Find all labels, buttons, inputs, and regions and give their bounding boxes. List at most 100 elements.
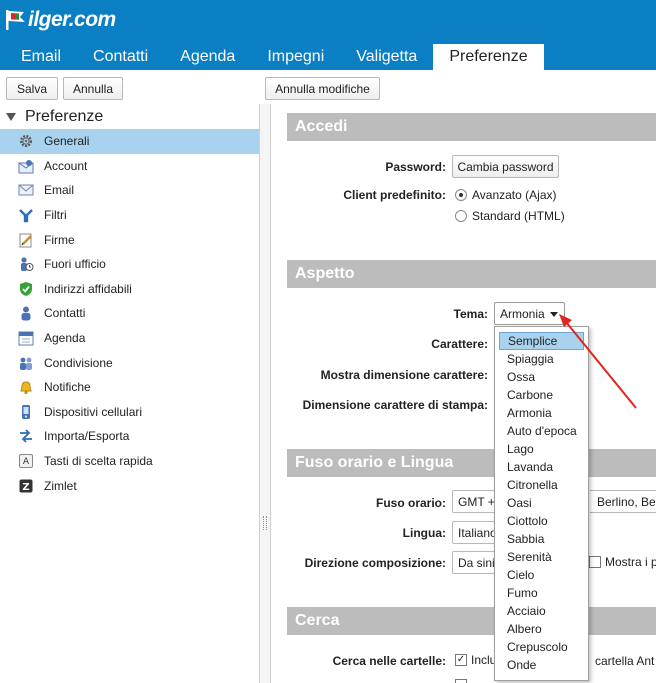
sidebar-item-zimlet[interactable]: Z Zimlet xyxy=(0,473,259,498)
svg-text:Z: Z xyxy=(22,482,29,493)
sidebar-item-condivisione[interactable]: Condivisione xyxy=(0,350,259,375)
tema-option-crepuscolo[interactable]: Crepuscolo xyxy=(495,638,588,656)
tema-label: Tema: xyxy=(453,307,488,321)
main-tabs: Email Contatti Agenda Impegni Valigetta … xyxy=(0,44,544,70)
section-fuso-orario-lingua: Fuso orario e Lingua xyxy=(287,449,656,477)
checkbox-checked-icon[interactable]: ✓ xyxy=(455,654,467,666)
sidebar-item-account[interactable]: Account xyxy=(0,154,259,179)
radio-unchecked-icon[interactable] xyxy=(455,210,467,222)
svg-text:A: A xyxy=(23,457,30,467)
radio-checked-icon[interactable] xyxy=(455,189,467,201)
section-accedi: Accedi xyxy=(287,113,656,141)
show-points-label: Mostra i pu xyxy=(605,555,656,569)
splitter-grip-icon[interactable] xyxy=(263,516,267,530)
client-option-standard[interactable]: Standard (HTML) xyxy=(455,209,565,223)
tema-option-citronella[interactable]: Citronella xyxy=(495,476,588,494)
sidebar-item-notifiche[interactable]: Notifiche xyxy=(0,375,259,400)
tema-option-sabbia[interactable]: Sabbia xyxy=(495,530,588,548)
sidebar-item-tasti-di-scelta-rapida[interactable]: A Tasti di scelta rapida xyxy=(0,449,259,474)
tema-option-spiaggia[interactable]: Spiaggia xyxy=(495,350,588,368)
tema-option-ossa[interactable]: Ossa xyxy=(495,368,588,386)
cancel-button[interactable]: Annulla xyxy=(63,77,123,100)
sidebar-item-label: Email xyxy=(44,183,75,198)
client-option-label: Standard (HTML) xyxy=(472,209,565,223)
sidebar-item-label: Indirizzi affidabili xyxy=(44,281,132,296)
logo-text: ilger.com xyxy=(28,8,116,31)
undo-changes-button[interactable]: Annulla modifiche xyxy=(265,77,380,100)
tema-option-oasi[interactable]: Oasi xyxy=(495,494,588,512)
sidebar-item-contatti[interactable]: Contatti xyxy=(0,301,259,326)
sidebar-item-importa-esporta[interactable]: Importa/Esporta xyxy=(0,424,259,449)
client-option-label: Avanzato (Ajax) xyxy=(472,188,557,202)
sidebar-item-firme[interactable]: Firme xyxy=(0,227,259,252)
tema-option-auto-d-epoca[interactable]: Auto d'epoca xyxy=(495,422,588,440)
sidebar-item-filtri[interactable]: Filtri xyxy=(0,203,259,228)
gear-icon xyxy=(18,133,34,149)
tab-email[interactable]: Email xyxy=(0,44,77,70)
section-cerca: Cerca xyxy=(287,607,656,635)
chevron-down-icon[interactable] xyxy=(550,312,558,317)
include-folder-label-tail: cartella Ant xyxy=(595,654,655,668)
filter-icon xyxy=(18,207,34,223)
sidebar-item-indirizzi-affidabili[interactable]: Indirizzi affidabili xyxy=(0,277,259,302)
language-label: Lingua: xyxy=(402,526,446,540)
tema-option-armonia[interactable]: Armonia xyxy=(495,404,588,422)
tema-option-cielo[interactable]: Cielo xyxy=(495,566,588,584)
envelope-icon xyxy=(18,182,34,198)
sidebar-item-email[interactable]: Email xyxy=(0,178,259,203)
tema-option-lavanda[interactable]: Lavanda xyxy=(495,458,588,476)
logo-flag-icon xyxy=(4,9,28,31)
calendar-icon xyxy=(18,330,34,346)
keyboard-icon: A xyxy=(18,453,34,469)
collapse-triangle-icon[interactable] xyxy=(6,113,16,121)
toolbar: Salva Annulla Annulla modifiche xyxy=(0,70,656,104)
checkbox-partial-icon[interactable] xyxy=(455,679,467,683)
tab-contatti[interactable]: Contatti xyxy=(77,44,164,70)
checkbox-unchecked-icon[interactable] xyxy=(589,556,601,568)
show-points-option[interactable]: Mostra i pu xyxy=(589,555,656,569)
tema-select[interactable]: Armonia xyxy=(494,302,565,325)
tema-option-ciottolo[interactable]: Ciottolo xyxy=(495,512,588,530)
logo[interactable]: ilger.com xyxy=(4,8,116,32)
sidebar-item-label: Filtri xyxy=(44,208,67,223)
password-label: Password: xyxy=(385,160,446,174)
tema-option-fumo[interactable]: Fumo xyxy=(495,584,588,602)
sidebar-item-generali[interactable]: Generali xyxy=(0,129,259,154)
app-header: ilger.com Email Contatti Agenda Impegni … xyxy=(0,0,656,70)
tema-select-value: Armonia xyxy=(500,306,545,321)
save-button[interactable]: Salva xyxy=(6,77,58,100)
include-folder-option[interactable]: ✓ Inclu xyxy=(455,653,496,667)
client-option-advanced[interactable]: Avanzato (Ajax) xyxy=(455,188,557,202)
tema-option-serenita[interactable]: Serenità xyxy=(495,548,588,566)
sidebar-item-dispositivi-cellulari[interactable]: Dispositivi cellulari xyxy=(0,400,259,425)
zimlet-icon: Z xyxy=(18,478,34,494)
sidebar-item-fuori-ufficio[interactable]: Fuori ufficio xyxy=(0,252,259,277)
tab-valigetta[interactable]: Valigetta xyxy=(340,44,433,70)
change-password-button[interactable]: Cambia password xyxy=(452,155,559,178)
sidebar-item-label: Dispositivi cellulari xyxy=(44,404,143,419)
sidebar-item-agenda[interactable]: Agenda xyxy=(0,326,259,351)
tema-option-carbone[interactable]: Carbone xyxy=(495,386,588,404)
import-export-icon xyxy=(18,428,34,444)
tab-preferenze[interactable]: Preferenze xyxy=(433,44,544,70)
tema-option-onde[interactable]: Onde xyxy=(495,656,588,674)
sidebar-title: Preferenze xyxy=(25,108,104,125)
sidebar: Preferenze Generali Account Email Filtri xyxy=(0,104,261,683)
sidebar-item-label: Notifiche xyxy=(44,380,91,395)
sidebar-item-label: Contatti xyxy=(44,306,86,321)
tab-impegni[interactable]: Impegni xyxy=(251,44,340,70)
sidebar-item-label: Zimlet xyxy=(44,478,77,493)
tab-agenda[interactable]: Agenda xyxy=(164,44,251,70)
tema-option-lago[interactable]: Lago xyxy=(495,440,588,458)
search-folders-label: Cerca nelle cartelle: xyxy=(332,654,446,668)
tema-option-acciaio[interactable]: Acciaio xyxy=(495,602,588,620)
timezone-label: Fuso orario: xyxy=(375,496,446,510)
tema-option-albero[interactable]: Albero xyxy=(495,620,588,638)
timezone-select-tail[interactable]: Berlino, Be xyxy=(590,490,656,513)
sidebar-header[interactable]: Preferenze xyxy=(4,106,103,128)
share-icon xyxy=(18,355,34,371)
carattere-label: Carattere: xyxy=(431,337,488,351)
pane-splitter[interactable] xyxy=(259,104,271,683)
sidebar-item-label: Importa/Esporta xyxy=(44,429,130,444)
tema-option-semplice[interactable]: Semplice xyxy=(499,332,584,350)
